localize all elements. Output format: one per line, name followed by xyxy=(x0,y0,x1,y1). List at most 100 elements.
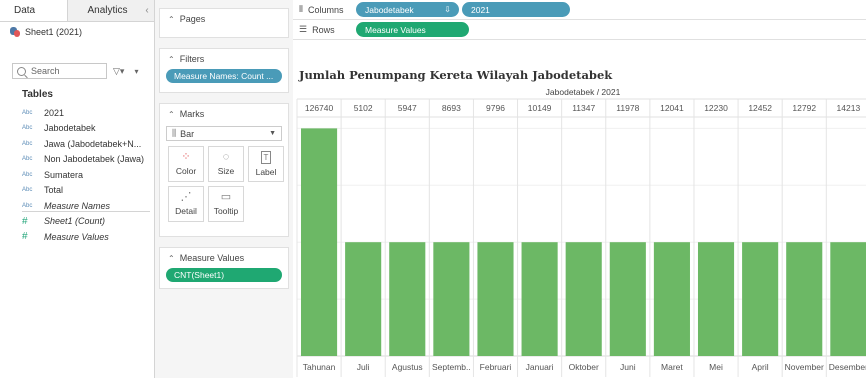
datasource-label: Sheet1 (2021) xyxy=(25,27,83,37)
field-name: Jabodetabek xyxy=(44,123,96,134)
string-type-icon: Abc xyxy=(22,187,33,194)
measure-values-card: ⌃ Measure Values CNT(Sheet1) xyxy=(159,247,289,289)
label-label: Label xyxy=(255,167,277,177)
tooltip-icon: ▭ xyxy=(220,191,232,203)
bar[interactable] xyxy=(521,242,558,356)
field-item[interactable]: Abc Total xyxy=(22,183,152,199)
bar-chart: Jabodetabek / 2021 126740 Tahunan 5102 Juli 5… xyxy=(296,87,866,377)
search-placeholder: Search xyxy=(31,66,60,76)
bar[interactable] xyxy=(477,242,514,356)
bar[interactable] xyxy=(565,242,602,356)
field-item[interactable]: Abc 2021 xyxy=(22,105,152,121)
chevron-down-icon: ▼ xyxy=(269,130,276,137)
top-label: 126740 xyxy=(305,103,334,113)
bar-chart-icon: ⫼ xyxy=(172,128,177,138)
datasource-item[interactable]: Sheet1 (2021) xyxy=(0,22,154,42)
bar[interactable] xyxy=(301,128,338,356)
bar[interactable] xyxy=(653,242,690,356)
tab-data[interactable]: Data xyxy=(0,0,68,21)
cards-pane: ⌃ Pages ⌃ Filters Measure Names: Count ...… xyxy=(155,0,293,378)
rows-shelf: ☰ Rows Measure Values xyxy=(293,20,866,40)
bar[interactable] xyxy=(786,242,823,356)
mark-buttons-row1: ⁘ Color ◌ Size T Label xyxy=(168,146,284,182)
string-type-icon: Abc xyxy=(22,171,33,178)
field-item[interactable]: # Sheet1 (Count) xyxy=(22,214,152,230)
row-pill-measure-values[interactable]: Measure Values xyxy=(356,22,469,37)
measure-type-icon: # xyxy=(22,231,28,243)
field-name: Sheet1 (Count) xyxy=(44,216,106,227)
field-item[interactable]: Abc Sumatera xyxy=(22,167,152,183)
field-name: Sumatera xyxy=(44,169,84,180)
bar[interactable] xyxy=(830,242,866,356)
top-label: 8693 xyxy=(442,103,461,113)
color-label: Color xyxy=(175,166,197,176)
measure-pill[interactable]: CNT(Sheet1) xyxy=(166,268,282,282)
tableau-workspace: Data Analytics ‹ Sheet1 (2021) Search ▽▾… xyxy=(0,0,866,378)
color-button[interactable]: ⁘ Color xyxy=(168,146,204,182)
field-name: Non Jabodetabek (Jawa) xyxy=(44,154,145,165)
tab-analytics[interactable]: Analytics xyxy=(67,0,140,21)
column-pill-jabodetabek[interactable]: Jabodetabek ⇩ xyxy=(356,2,459,17)
row-pill-label: Measure Values xyxy=(365,24,426,35)
chevron-up-icon[interactable]: ⌃ xyxy=(168,110,175,119)
data-menu-button[interactable]: ▾ xyxy=(134,67,138,76)
top-label: 5102 xyxy=(354,103,373,113)
filters-title: Filters xyxy=(179,54,205,64)
string-type-icon: Abc xyxy=(22,140,33,147)
field-name: Measure Values xyxy=(44,231,109,242)
category-label: Juli xyxy=(357,362,370,372)
field-divider xyxy=(22,211,150,212)
marks-title: Marks xyxy=(179,109,205,119)
field-item[interactable]: Abc Jawa (Jabodetabek+N... xyxy=(22,136,152,152)
field-list: Abc 2021 Abc Jabodetabek Abc Jawa (Jabodetabe… xyxy=(22,105,152,245)
bar[interactable] xyxy=(389,242,426,356)
mark-type-select[interactable]: ⫼ Bar ▼ xyxy=(166,126,282,141)
size-button[interactable]: ◌ Size xyxy=(208,146,244,182)
search-input[interactable]: Search xyxy=(12,63,107,79)
bar[interactable] xyxy=(345,242,382,356)
label-button[interactable]: T Label xyxy=(248,146,284,182)
column-pill-2021[interactable]: 2021 xyxy=(462,2,570,17)
search-icon xyxy=(17,66,26,76)
category-label: Maret xyxy=(661,362,683,372)
detail-button[interactable]: ⋰ Detail xyxy=(168,186,204,222)
mark-type-label: Bar xyxy=(180,128,195,139)
bar[interactable] xyxy=(697,242,735,356)
collapse-pane-icon[interactable]: ‹ xyxy=(140,0,154,21)
top-label: 12792 xyxy=(792,103,816,113)
bar[interactable] xyxy=(742,242,779,356)
top-label: 9796 xyxy=(486,103,505,113)
chevron-up-icon[interactable]: ⌃ xyxy=(168,15,175,24)
category-label: Mei xyxy=(709,362,723,372)
rows-label: Rows xyxy=(312,24,335,35)
rows-icon: ☰ xyxy=(299,24,308,34)
field-item[interactable]: Abc Non Jabodetabek (Jawa) xyxy=(22,152,152,168)
columns-shelf: ⦀ Columns Jabodetabek ⇩ 2021 xyxy=(293,0,866,20)
field-item[interactable]: Abc Jabodetabek xyxy=(22,121,152,137)
top-label: 5947 xyxy=(398,103,417,113)
chevron-up-icon[interactable]: ⌃ xyxy=(168,254,175,263)
filter-fields-button[interactable]: ▽▾ xyxy=(113,66,124,77)
bar[interactable] xyxy=(433,242,470,356)
top-label: 14213 xyxy=(837,103,861,113)
category-label: April xyxy=(752,362,769,372)
worksheet-area: ⦀ Columns Jabodetabek ⇩ 2021 ☰ Rows Measure… xyxy=(293,0,866,378)
label-icon: T xyxy=(260,151,272,164)
category-label: Septemb.. xyxy=(432,362,471,372)
field-item[interactable]: # Measure Values xyxy=(22,229,152,245)
pages-card: ⌃ Pages xyxy=(159,8,289,38)
data-pane: Data Analytics ‹ Sheet1 (2021) Search ▽▾… xyxy=(0,0,155,378)
filter-pill[interactable]: Measure Names: Count ... xyxy=(166,69,282,83)
bar[interactable] xyxy=(609,242,646,356)
detail-label: Detail xyxy=(175,206,197,216)
pages-title: Pages xyxy=(179,14,206,24)
detail-icon: ⋰ xyxy=(180,191,192,203)
category-label: Oktober xyxy=(569,362,599,372)
top-label: 11347 xyxy=(572,103,595,113)
category-label: Juni xyxy=(620,362,636,372)
tooltip-button[interactable]: ▭ Tooltip xyxy=(208,186,244,222)
chevron-up-icon[interactable]: ⌃ xyxy=(168,55,175,64)
color-icon: ⁘ xyxy=(181,151,191,163)
category-label: November xyxy=(785,362,824,372)
field-name: Measure Names xyxy=(44,200,111,211)
